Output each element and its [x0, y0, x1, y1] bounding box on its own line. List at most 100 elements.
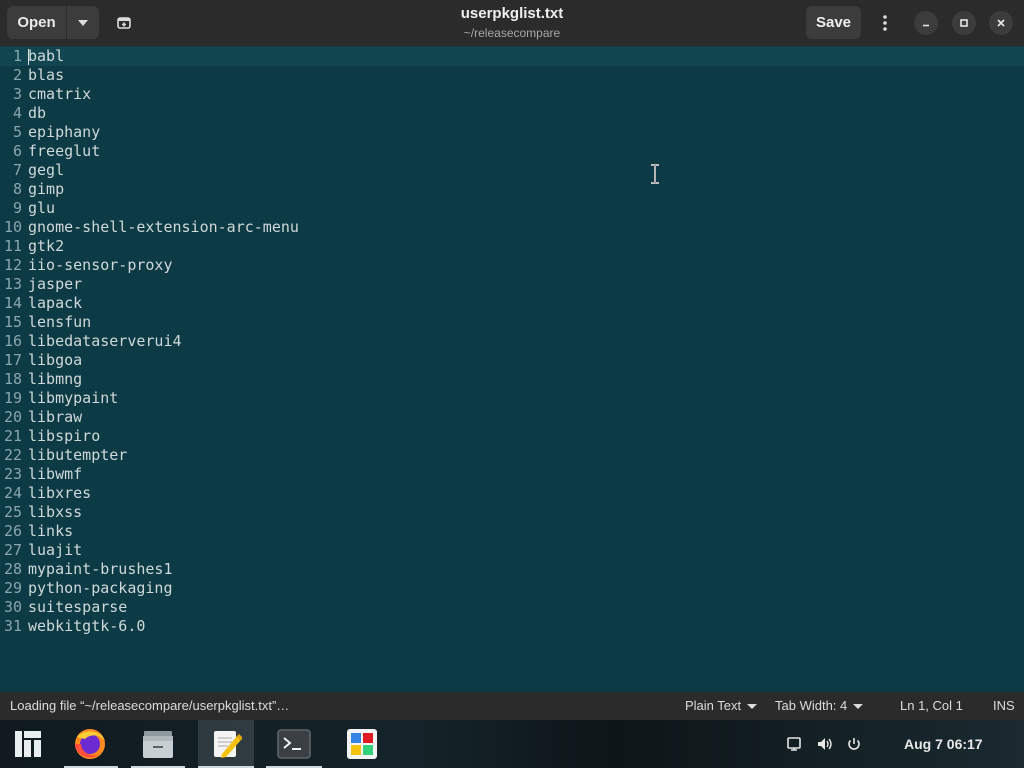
- line-text: libgoa: [28, 351, 83, 369]
- main-menu-button[interactable]: [870, 6, 900, 39]
- software-icon: [347, 729, 377, 759]
- system-tray[interactable]: [786, 720, 862, 768]
- line-number: 8: [12, 180, 22, 198]
- line-number: 2: [12, 66, 22, 84]
- app-menu-button[interactable]: [8, 724, 48, 764]
- line-text: lapack: [28, 294, 83, 312]
- line-number: 30: [3, 598, 22, 616]
- line-number: 17: [3, 351, 22, 369]
- line-text: links: [28, 522, 74, 540]
- save-button[interactable]: Save: [806, 6, 861, 39]
- window-title: userpkglist.txt: [460, 5, 564, 22]
- status-bar: Loading file “~/releasecompare/userpkgli…: [0, 692, 1024, 720]
- firefox-icon: [75, 729, 105, 759]
- minimize-button[interactable]: [914, 11, 938, 35]
- line-text: db: [28, 104, 47, 122]
- line-number: 6: [12, 142, 22, 160]
- line-number: 11: [3, 237, 22, 255]
- chevron-down-icon: [747, 704, 758, 710]
- line-number: 16: [3, 332, 22, 350]
- line-text: python-packaging: [28, 579, 173, 597]
- line-text: suitesparse: [28, 598, 128, 616]
- line-number: 23: [3, 465, 22, 483]
- tab-width-label: Tab Width: 4: [775, 698, 848, 713]
- line-text: libxres: [28, 484, 92, 502]
- line-text: freeglut: [28, 142, 101, 160]
- new-tab-button[interactable]: [108, 6, 140, 39]
- close-icon: [997, 19, 1005, 27]
- line-text: libwmf: [28, 465, 83, 483]
- status-message: Loading file “~/releasecompare/userpkgli…: [10, 698, 290, 713]
- line-number: 1: [12, 47, 22, 65]
- new-tab-icon: [117, 16, 131, 29]
- line-text: gimp: [28, 180, 65, 198]
- text-editor-icon: [214, 731, 242, 758]
- line-text: webkitgtk-6.0: [28, 617, 146, 635]
- line-number: 29: [3, 579, 22, 597]
- taskbar-text-editor[interactable]: [206, 724, 246, 764]
- taskbar-software[interactable]: [342, 724, 382, 764]
- current-line-highlight: [0, 47, 1024, 66]
- line-number: 19: [3, 389, 22, 407]
- line-text: babl: [28, 47, 65, 65]
- line-number: 26: [3, 522, 22, 540]
- line-number: 20: [3, 408, 22, 426]
- line-text: jasper: [28, 275, 83, 293]
- insert-mode: INS: [993, 698, 1015, 713]
- line-text: libspiro: [28, 427, 101, 445]
- maximize-icon: [960, 19, 968, 27]
- line-text: epiphany: [28, 123, 101, 141]
- open-button[interactable]: Open: [7, 6, 66, 39]
- chevron-down-icon: [853, 704, 864, 710]
- line-text: libedataserverui4: [28, 332, 182, 350]
- header-bar: Open userpkglist.txt ~/releasecompare Sa…: [0, 0, 1024, 46]
- line-text: luajit: [28, 541, 83, 559]
- cursor-position[interactable]: Ln 1, Col 1: [900, 692, 963, 720]
- line-number: 15: [3, 313, 22, 331]
- line-number: 10: [3, 218, 22, 236]
- line-text: libmng: [28, 370, 83, 388]
- line-text: lensfun: [28, 313, 92, 331]
- close-button[interactable]: [989, 11, 1013, 35]
- clock[interactable]: Aug 7 06:17: [904, 720, 983, 768]
- power-icon: [848, 738, 860, 750]
- line-text: iio-sensor-proxy: [28, 256, 173, 274]
- line-number: 25: [3, 503, 22, 521]
- line-number: 3: [12, 85, 22, 103]
- minimize-icon: [923, 24, 929, 27]
- line-text: blas: [28, 66, 65, 84]
- line-number: 18: [3, 370, 22, 388]
- menu-icon: [15, 731, 41, 757]
- ibeam-cursor-icon: [651, 164, 659, 184]
- line-text: glu: [28, 199, 56, 217]
- taskbar-firefox[interactable]: [70, 724, 110, 764]
- volume-icon: [818, 738, 832, 750]
- line-text: libxss: [28, 503, 83, 521]
- line-number: 7: [12, 161, 22, 179]
- taskbar-files[interactable]: [138, 724, 178, 764]
- line-number: 28: [3, 560, 22, 578]
- line-number: 31: [3, 617, 22, 635]
- open-button-group: Open: [7, 6, 99, 39]
- line-number: 9: [12, 199, 22, 217]
- text-cursor: [28, 49, 29, 65]
- open-menu-button[interactable]: [67, 6, 99, 39]
- line-number: 14: [3, 294, 22, 312]
- text-editor-area[interactable]: 1 babl 2 blas 3 cmatrix 4 db 5 epiphany 6 freeglut 7…: [0, 46, 1024, 692]
- line-number: 4: [12, 104, 22, 122]
- window-title-area: userpkglist.txt ~/releasecompare: [362, 5, 662, 40]
- taskbar-terminal[interactable]: [274, 724, 314, 764]
- language-selector[interactable]: Plain Text: [685, 692, 758, 720]
- line-text: mypaint-brushes1: [28, 560, 173, 578]
- line-text: gegl: [28, 161, 65, 179]
- line-text: libraw: [28, 408, 83, 426]
- line-number: 13: [3, 275, 22, 293]
- terminal-icon: [277, 729, 311, 759]
- network-icon: [787, 737, 801, 751]
- language-label: Plain Text: [685, 698, 742, 713]
- line-number: 5: [12, 123, 22, 141]
- maximize-button[interactable]: [952, 11, 976, 35]
- tab-width-selector[interactable]: Tab Width: 4: [775, 692, 864, 720]
- line-number: 27: [3, 541, 22, 559]
- line-number: 21: [3, 427, 22, 445]
